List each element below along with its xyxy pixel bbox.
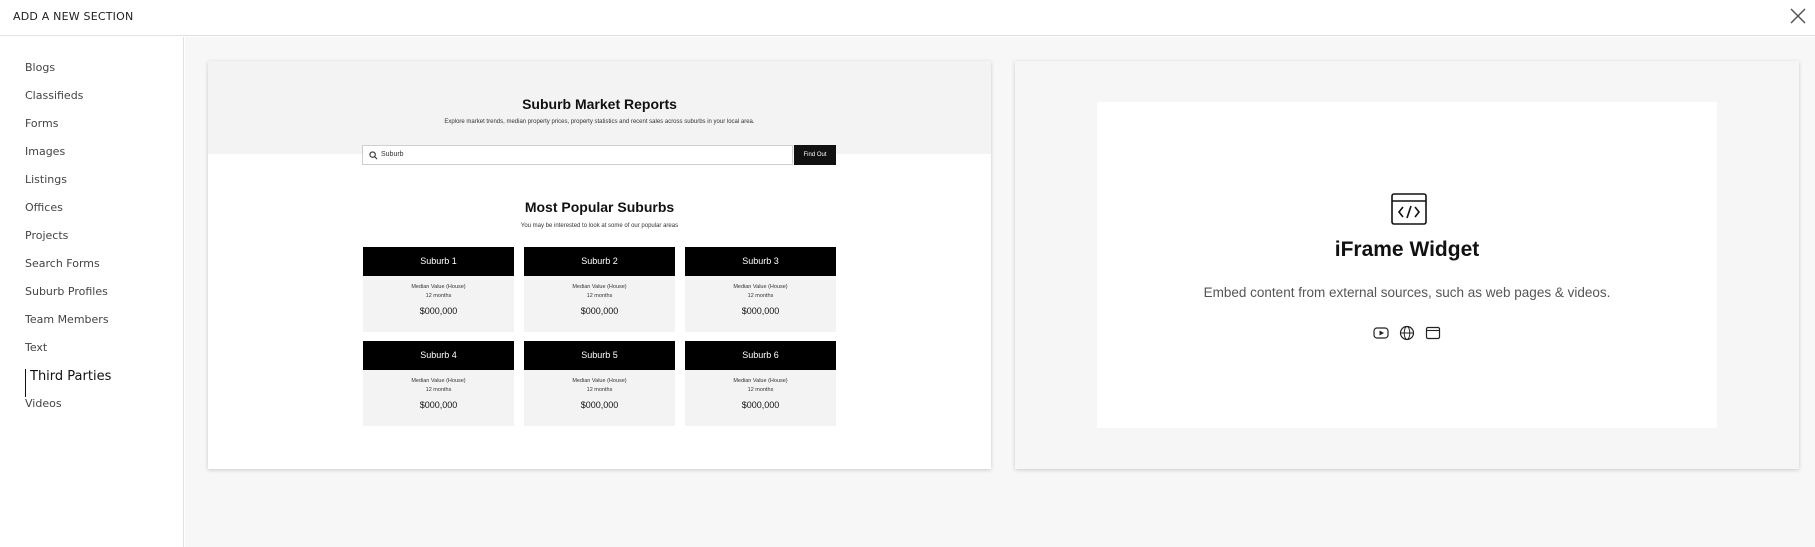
suburb-tile-label: Median Value (House) bbox=[733, 284, 788, 290]
suburb-tile-value: $000,000 bbox=[580, 306, 619, 316]
modal-title: ADD A NEW SECTION bbox=[13, 10, 134, 23]
suburb-tile-period: 12 months bbox=[747, 293, 774, 299]
suburb-tile-label: Median Value (House) bbox=[411, 378, 466, 384]
suburb-tile: Suburb 3 Median Value (House) 12 months … bbox=[685, 247, 836, 332]
close-icon bbox=[1790, 8, 1806, 24]
preview-title: Suburb Market Reports bbox=[522, 96, 677, 112]
popular-suburbs-subtitle: You may be interested to look at some of… bbox=[520, 223, 679, 229]
sidebar-item-search-forms[interactable]: Search Forms bbox=[25, 257, 111, 285]
suburb-tile: Suburb 1 Median Value (House) 12 months … bbox=[363, 247, 514, 332]
iframe-widget-title: iFrame Widget bbox=[1334, 238, 1480, 261]
suburb-tile-label: Median Value (House) bbox=[733, 378, 788, 384]
suburb-tile-period: 12 months bbox=[425, 293, 452, 299]
suburb-tile-period: 12 months bbox=[747, 387, 774, 393]
category-list: Blogs Classifieds Forms Images Listings … bbox=[25, 61, 111, 425]
sidebar-item-blogs[interactable]: Blogs bbox=[25, 61, 111, 89]
code-window-icon bbox=[1391, 193, 1427, 225]
suburb-tile-name: Suburb 4 bbox=[363, 341, 514, 370]
suburb-tile-period: 12 months bbox=[586, 293, 613, 299]
suburb-tile-name: Suburb 2 bbox=[524, 247, 675, 276]
preview-search-input: Suburb bbox=[362, 145, 793, 165]
modal-header: ADD A NEW SECTION bbox=[0, 0, 1815, 36]
globe-icon bbox=[1399, 325, 1415, 341]
preview-search-value: Suburb bbox=[381, 151, 404, 158]
browser-window-icon bbox=[1425, 325, 1441, 341]
suburb-tile: Suburb 2 Median Value (House) 12 months … bbox=[524, 247, 675, 332]
sidebar-item-listings[interactable]: Listings bbox=[25, 173, 111, 201]
suburb-tile: Suburb 4 Median Value (House) 12 months … bbox=[363, 341, 514, 426]
suburb-tile-label: Median Value (House) bbox=[411, 284, 466, 290]
iframe-widget-card[interactable]: iFrame Widget Embed content from externa… bbox=[1015, 61, 1799, 469]
sidebar-item-images[interactable]: Images bbox=[25, 145, 111, 173]
suburb-tile-period: 12 months bbox=[425, 387, 452, 393]
sidebar-item-team-members[interactable]: Team Members bbox=[25, 313, 111, 341]
sidebar-item-projects[interactable]: Projects bbox=[25, 229, 111, 257]
suburb-tile-label: Median Value (House) bbox=[572, 378, 627, 384]
suburb-tile-name: Suburb 6 bbox=[685, 341, 836, 370]
sidebar-item-suburb-profiles[interactable]: Suburb Profiles bbox=[25, 285, 111, 313]
suburb-market-reports-card[interactable]: Suburb Market Reports Explore market tre… bbox=[208, 61, 991, 469]
sidebar-item-text[interactable]: Text bbox=[25, 341, 111, 369]
iframe-widget-preview: iFrame Widget Embed content from externa… bbox=[1097, 102, 1717, 428]
suburb-tile-value: $000,000 bbox=[580, 400, 619, 410]
popular-suburbs-title: Most Popular Suburbs bbox=[524, 199, 675, 215]
suburb-tile: Suburb 5 Median Value (House) 12 months … bbox=[524, 341, 675, 426]
suburb-tile-value: $000,000 bbox=[741, 306, 780, 316]
sidebar-item-offices[interactable]: Offices bbox=[25, 201, 111, 229]
suburb-tile-value: $000,000 bbox=[419, 306, 458, 316]
suburb-tile-value: $000,000 bbox=[741, 400, 780, 410]
preview-hero: Suburb Market Reports Explore market tre… bbox=[208, 61, 991, 154]
preview-subtitle: Explore market trends, median property p… bbox=[444, 119, 755, 125]
suburb-tile-name: Suburb 3 bbox=[685, 247, 836, 276]
sidebar-item-classifieds[interactable]: Classifieds bbox=[25, 89, 111, 117]
sidebar-item-videos[interactable]: Videos bbox=[25, 397, 111, 425]
iframe-widget-description: Embed content from external sources, suc… bbox=[1203, 285, 1611, 300]
section-category-sidebar: Blogs Classifieds Forms Images Listings … bbox=[0, 37, 184, 547]
preview-find-out-button: Find Out bbox=[794, 145, 836, 165]
iframe-source-icons bbox=[1097, 324, 1717, 342]
suburb-tile-label: Median Value (House) bbox=[572, 284, 627, 290]
suburb-tile-name: Suburb 1 bbox=[363, 247, 514, 276]
suburb-tile-period: 12 months bbox=[586, 387, 613, 393]
search-icon bbox=[369, 151, 378, 160]
close-button[interactable] bbox=[1787, 5, 1809, 27]
suburb-tile-value: $000,000 bbox=[419, 400, 458, 410]
sidebar-item-third-parties[interactable]: Third Parties bbox=[25, 369, 111, 397]
suburb-tile-name: Suburb 5 bbox=[524, 341, 675, 370]
suburb-tile: Suburb 6 Median Value (House) 12 months … bbox=[685, 341, 836, 426]
section-preview-area: Suburb Market Reports Explore market tre… bbox=[185, 37, 1815, 547]
sidebar-item-forms[interactable]: Forms bbox=[25, 117, 111, 145]
video-play-icon bbox=[1372, 325, 1389, 341]
